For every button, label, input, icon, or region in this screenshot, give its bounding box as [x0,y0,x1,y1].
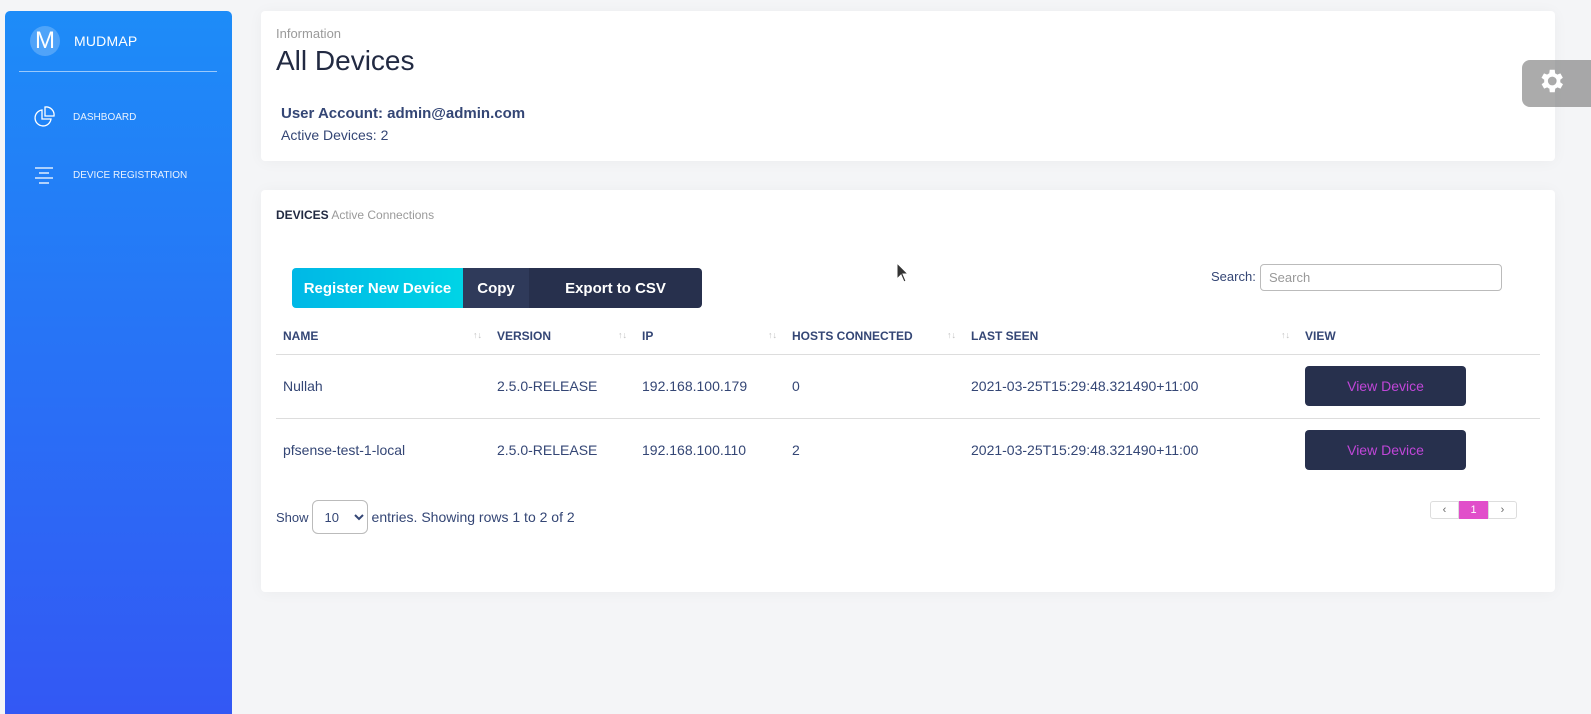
cell-name: pfsense-test-1-local [283,442,406,459]
search-input[interactable] [1260,264,1502,291]
devices-card: DEVICES Active Connections Register New … [261,190,1555,592]
copy-button[interactable]: Copy [463,268,529,308]
cell-name: Nullah [276,354,490,419]
column-header-ip[interactable]: IP ↑↓ [635,318,785,355]
pagination: ‹ 1 › [1430,501,1517,519]
page-1-button[interactable]: 1 [1459,501,1488,519]
devices-subtitle: Active Connections [331,208,435,222]
search-label: Search: [1211,269,1256,284]
brand-name: MUDMAP [74,33,138,49]
info-card: Information All Devices User Account: ad… [261,11,1555,161]
column-header-name[interactable]: NAME ↑↓ [276,318,490,355]
devices-heading: DEVICES Active Connections [276,208,434,222]
show-label: Show [276,509,309,525]
register-device-button[interactable]: Register New Device [292,268,463,308]
sidebar-item-label: DEVICE REGISTRATION [73,169,188,181]
cell-version: 2.5.0-RELEASE [497,442,598,459]
sidebar: M MUDMAP DASHBOARD DEVICE REGISTRATION [5,11,232,714]
column-header-view: VIEW [1298,318,1540,355]
sort-icon[interactable]: ↑↓ [947,330,956,340]
brand-logo: M [30,26,60,56]
devices-table: NAME ↑↓ VERSION ↑↓ IP ↑↓ HOSTS CONNECTED ↑↓ … [276,318,1540,482]
sort-icon[interactable]: ↑↓ [768,330,777,340]
cell-view: View Device [1298,418,1540,482]
column-header-hosts[interactable]: HOSTS CONNECTED ↑↓ [785,318,964,355]
cell-hosts: 2 [792,442,800,459]
sidebar-item-device-registration[interactable]: DEVICE REGISTRATION [33,161,223,189]
gear-icon [1536,66,1566,101]
table-footer: Show 10 25 50 100 entries. Showing rows … [276,500,575,534]
table-row: Nullah 2.5.0-RELEASE 192.168.100.179 0 2… [276,354,1540,419]
settings-toggle[interactable] [1522,60,1591,107]
export-csv-button[interactable]: Export to CSV [529,268,702,308]
cell-last-seen: 2021-03-25T15:29:48.321490+11:00 [964,354,1298,419]
sort-icon[interactable]: ↑↓ [618,330,627,340]
cell-hosts: 0 [785,354,964,419]
table-row: pfsense-test-1-local 2.5.0-RELEASE 192.1… [276,418,1540,482]
column-header-version[interactable]: VERSION ↑↓ [490,318,635,355]
column-header-last-seen[interactable]: LAST SEEN ↑↓ [964,318,1298,355]
view-device-button[interactable]: View Device [1305,430,1466,471]
prev-page-button[interactable]: ‹ [1430,501,1459,519]
sort-icon[interactable]: ↑↓ [1281,330,1290,340]
cell-ip: 192.168.100.179 [635,354,785,419]
page-title: All Devices [276,45,415,76]
mouse-cursor-icon [896,261,910,284]
sidebar-item-label: DASHBOARD [73,111,137,123]
card-category: Information [276,26,342,41]
cell-view: View Device [1298,354,1540,419]
align-center-icon [33,164,55,186]
cell-version: 2.5.0-RELEASE [490,354,635,419]
cell-ip: 192.168.100.110 [642,442,747,459]
devices-title: DEVICES [276,208,329,222]
rows-summary: entries. Showing rows 1 to 2 of 2 [371,509,575,525]
next-page-button[interactable]: › [1488,501,1517,519]
page-size-select[interactable]: 10 25 50 100 [311,500,368,534]
sort-icon[interactable]: ↑↓ [473,330,482,340]
table-header-row: NAME ↑↓ VERSION ↑↓ IP ↑↓ HOSTS CONNECTED ↑↓ … [276,318,1540,355]
user-account: User Account: admin@admin.com [281,105,526,122]
view-device-button[interactable]: View Device [1305,366,1466,406]
brand[interactable]: M MUDMAP [19,11,217,72]
table-actions: Register New Device Copy Export to CSV [292,268,702,308]
sidebar-item-dashboard[interactable]: DASHBOARD [33,103,223,131]
active-devices-count: Active Devices: 2 [281,127,389,143]
pie-chart-icon [33,106,55,128]
cell-last-seen: 2021-03-25T15:29:48.321490+11:00 [971,442,1199,459]
